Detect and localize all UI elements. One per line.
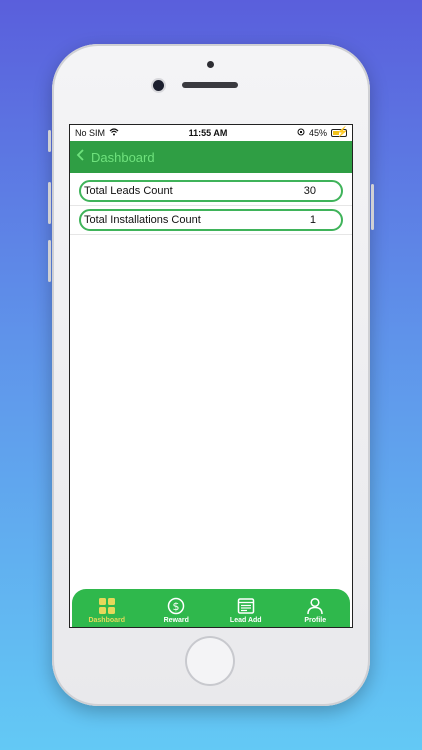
- battery-percent: 45%: [308, 128, 327, 138]
- phone-frame: No SIM 11:55 AM 45% ⚡ Dashboard Total Le…: [48, 44, 374, 706]
- status-bar: No SIM 11:55 AM 45% ⚡: [70, 125, 352, 141]
- svg-text:$: $: [173, 600, 180, 613]
- leads-count-row[interactable]: Total Leads Count 30: [79, 180, 343, 202]
- tab-profile[interactable]: Profile: [285, 596, 345, 624]
- wifi-icon: [109, 128, 119, 138]
- navigation-bar: Dashboard: [70, 141, 352, 173]
- tab-bar: Dashboard $ Reward Lead Add Profile: [72, 589, 350, 627]
- orientation-lock-icon: [297, 128, 305, 138]
- row-label: Total Installations Count: [84, 214, 201, 226]
- tab-label: Dashboard: [88, 617, 126, 624]
- clock: 11:55 AM: [188, 128, 228, 138]
- person-icon: [306, 596, 324, 616]
- tab-label: Reward: [163, 617, 189, 624]
- home-button[interactable]: [185, 636, 235, 686]
- dollar-circle-icon: $: [167, 596, 185, 616]
- row-value: 30: [303, 185, 316, 197]
- volume-up-button: [48, 182, 51, 224]
- tab-reward[interactable]: $ Reward: [146, 596, 206, 624]
- back-chevron-icon[interactable]: [76, 141, 88, 173]
- battery-icon: ⚡: [331, 127, 348, 138]
- installations-count-row[interactable]: Total Installations Count 1: [79, 209, 343, 231]
- mute-switch: [48, 130, 51, 152]
- row-value: 1: [309, 214, 316, 226]
- stats-list: Total Leads Count 30 Total Installations…: [70, 173, 352, 235]
- tab-lead-add[interactable]: Lead Add: [216, 596, 276, 624]
- back-button-title[interactable]: Dashboard: [91, 150, 155, 165]
- earpiece-speaker: [182, 82, 238, 88]
- dashboard-grid-icon: [98, 596, 116, 616]
- proximity-sensor: [207, 61, 214, 68]
- form-icon: [237, 596, 255, 616]
- tab-label: Lead Add: [229, 617, 262, 624]
- row-label: Total Leads Count: [84, 185, 173, 197]
- app-screen: No SIM 11:55 AM 45% ⚡ Dashboard Total Le…: [69, 124, 353, 628]
- tab-label: Profile: [304, 617, 327, 624]
- volume-down-button: [48, 240, 51, 282]
- list-item: Total Installations Count 1: [70, 206, 352, 235]
- front-camera: [153, 80, 164, 91]
- tab-dashboard[interactable]: Dashboard: [77, 596, 137, 624]
- list-item: Total Leads Count 30: [70, 177, 352, 206]
- carrier-label: No SIM: [75, 128, 106, 138]
- power-button: [371, 184, 374, 230]
